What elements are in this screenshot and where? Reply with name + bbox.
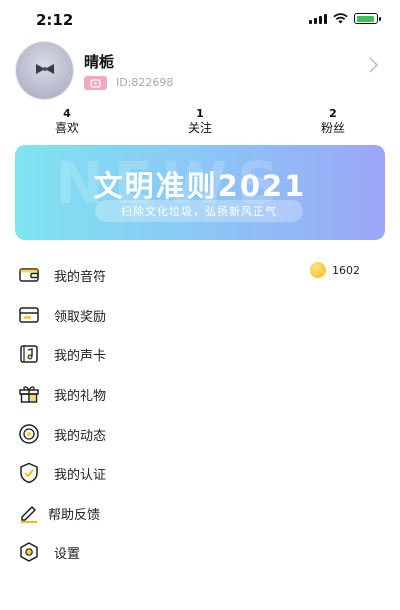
stat-fans-count: 2 (329, 107, 337, 120)
stat-following-count: 1 (196, 107, 204, 120)
avatar[interactable] (16, 42, 73, 99)
menu-item-label: 我的认证 (54, 467, 107, 483)
disc-icon (16, 421, 42, 447)
stat-fans[interactable]: 2 粉丝 (293, 107, 373, 136)
menu-item-verification[interactable]: 我的认证 (16, 454, 384, 492)
battery-icon (354, 13, 381, 24)
menu-item-label: 领取奖励 (54, 309, 107, 325)
menu-item-moments[interactable]: 我的动态 (16, 415, 384, 453)
pencil-icon (16, 500, 42, 526)
banner-subtitle: 扫除文化垃圾，弘扬新风正气 (95, 200, 303, 222)
shield-check-icon (16, 460, 42, 486)
banner-title: 文明准则2021 (93, 169, 307, 203)
stat-following[interactable]: 1 关注 (160, 107, 240, 136)
reward-card-icon (16, 302, 42, 328)
menu-item-feedback[interactable]: 帮助反馈 (16, 494, 384, 532)
menu-item-sound-card[interactable]: 我的声卡 (16, 335, 384, 373)
user-id: ID:822698 (116, 76, 174, 89)
profile-name: 晴栀 (84, 53, 115, 71)
chevron-right-icon[interactable] (369, 57, 378, 73)
signal-icon (309, 13, 327, 24)
sound-card-icon (16, 341, 42, 367)
wifi-icon (333, 13, 348, 24)
menu-item-rewards[interactable]: 领取奖励 (16, 296, 384, 334)
stat-likes-count: 4 (63, 107, 71, 120)
menu-item-label: 我的礼物 (54, 388, 107, 404)
tag-icon (90, 78, 101, 88)
wallet-icon (16, 262, 42, 288)
menu-item-gifts[interactable]: 我的礼物 (16, 375, 384, 413)
bow-icon (36, 64, 54, 74)
menu-item-label: 设置 (54, 546, 81, 562)
hexagon-settings-icon (16, 539, 42, 565)
stat-likes[interactable]: 4 喜欢 (27, 107, 107, 136)
status-time: 2:12 (36, 11, 74, 29)
stat-following-label: 关注 (187, 121, 212, 135)
menu-item-settings[interactable]: 设置 (16, 533, 384, 571)
stat-fans-label: 粉丝 (320, 121, 345, 135)
menu-item-label: 我的声卡 (54, 348, 107, 364)
menu-item-label: 我的音符 (54, 269, 107, 285)
menu-item-notes[interactable]: 我的音符 (16, 256, 384, 294)
status-icons (309, 13, 381, 24)
promo-banner[interactable]: NEWS 文明准则2021 扫除文化垃圾，弘扬新风正气 (15, 145, 385, 240)
menu-item-label: 我的动态 (54, 428, 107, 444)
menu-item-label: 帮助反馈 (48, 507, 101, 523)
gender-tag (84, 76, 107, 90)
stat-likes-label: 喜欢 (54, 121, 79, 135)
gift-icon (16, 381, 42, 407)
